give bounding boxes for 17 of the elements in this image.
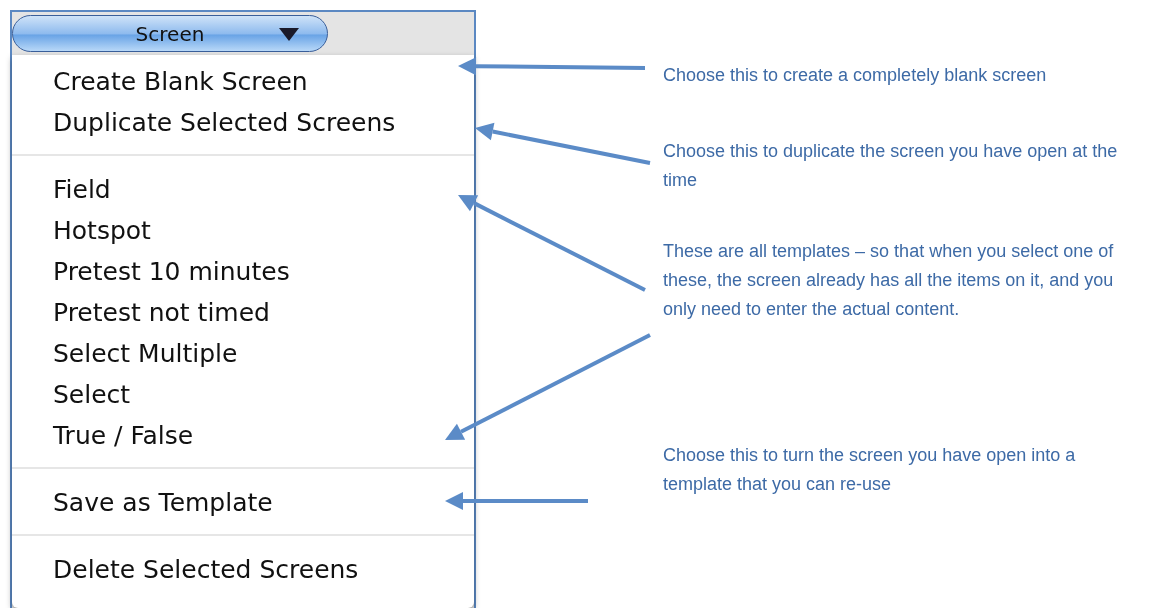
- menu-item[interactable]: Pretest 10 minutes: [12, 251, 474, 292]
- annotation-text: Choose this to turn the screen you have open into a template that you can re-use: [663, 444, 1077, 496]
- menu-item[interactable]: Field: [12, 169, 474, 210]
- menu-item[interactable]: Pretest not timed: [12, 292, 474, 333]
- menu-item[interactable]: Create Blank Screen: [12, 61, 474, 102]
- caret-icon: [279, 28, 299, 41]
- screen-menu-button[interactable]: Screen: [12, 15, 328, 52]
- annotation-text: Choose this to create a completely blank screen: [663, 64, 1048, 87]
- menu-item[interactable]: True / False: [12, 415, 474, 456]
- annotation-text: Choose this to duplicate the screen you have open at the time: [663, 140, 1119, 192]
- menu-item[interactable]: Hotspot: [12, 210, 474, 251]
- menu-item[interactable]: Duplicate Selected Screens: [12, 102, 474, 143]
- menu-item[interactable]: Delete Selected Screens: [12, 549, 474, 590]
- menu-item[interactable]: Select Multiple: [12, 333, 474, 374]
- menu-item[interactable]: Select: [12, 374, 474, 415]
- menu-item[interactable]: Save as Template: [12, 482, 474, 523]
- annotation-text: These are all templates – so that when you select one of these, the screen already has all the items on it, and you only need to enter the actual content.: [663, 240, 1115, 321]
